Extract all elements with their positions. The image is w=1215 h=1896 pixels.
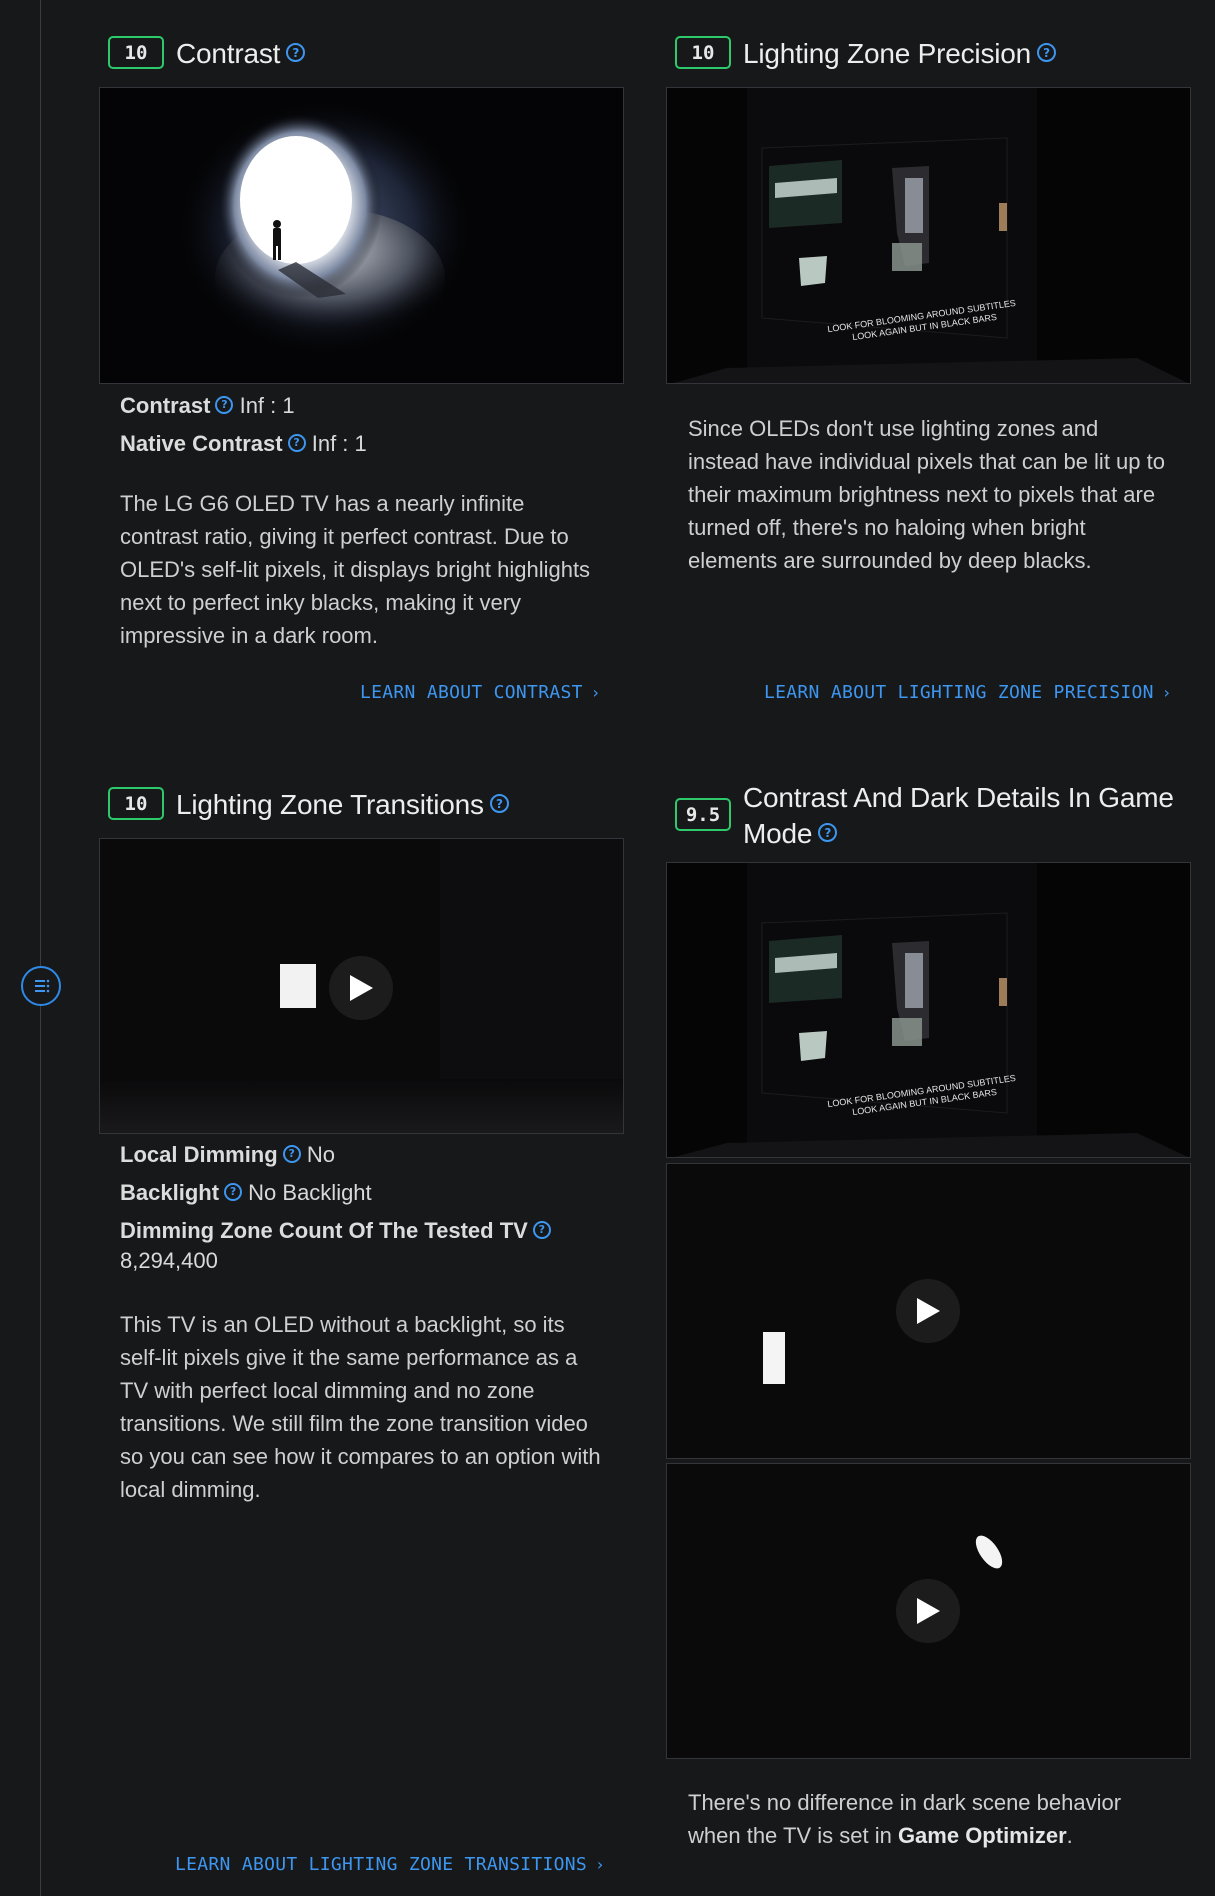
spec-label: Native Contrast [120,431,283,456]
question-circle-icon[interactable]: ? [489,794,509,814]
chevron-right-icon: › [590,683,601,702]
lzp-title: Lighting Zone Precision? [743,36,1057,72]
spec-label: Contrast [120,393,211,418]
spec-label: Backlight [120,1180,220,1205]
lzt-video[interactable] [99,838,624,1134]
contrast-description: The LG G6 OLED TV has a nearly infinite … [120,491,591,648]
play-button[interactable] [896,1579,960,1643]
question-circle-icon[interactable]: ? [286,43,306,63]
game-mode-image: LOOK FOR BLOOMING AROUND SUBTITLES LOOK … [666,862,1191,1158]
chevron-right-icon: › [1161,683,1172,702]
game-mode-video-1[interactable] [666,1163,1191,1459]
test-square [763,1332,785,1384]
play-icon [350,975,373,1001]
lzt-description: This TV is an OLED without a backlight, … [120,1312,601,1502]
contrast-spec-native-contrast: Native Contrast? Inf : 1 [120,429,367,459]
learn-about-lighting-zone-precision-link[interactable]: LEARN ABOUT LIGHTING ZONE PRECISION › [764,682,1172,703]
contrast-title: Contrast? [176,36,306,72]
spec-value: No [306,1142,335,1167]
spec-value: 8,294,400 [120,1248,218,1273]
question-circle-icon[interactable]: ? [215,396,234,415]
test-square [280,964,316,1008]
lzp-header: 10 Lighting Zone Precision? [675,36,1057,72]
table-of-contents-icon [35,979,50,993]
game-mode-header: 9.5 Contrast And Dark Details In Game Mo… [675,780,1195,852]
spec-label: Local Dimming [120,1142,278,1167]
learn-about-contrast-link[interactable]: LEARN ABOUT CONTRAST › [360,682,601,703]
play-icon [917,1298,940,1324]
question-circle-icon[interactable]: ? [224,1183,243,1202]
contrast-header: 10 Contrast? [108,36,306,72]
table-of-contents-button[interactable] [21,966,61,1006]
chevron-right-icon: › [595,1855,606,1874]
spec-value: Inf : 1 [239,393,295,418]
question-circle-icon[interactable]: ? [287,434,306,453]
lzt-spec-backlight: Backlight? No Backlight [120,1178,372,1208]
lzp-score-badge: 10 [675,36,731,69]
contrast-spec-contrast: Contrast? Inf : 1 [120,391,295,421]
play-icon [917,1598,940,1624]
question-circle-icon[interactable]: ? [532,1221,551,1240]
lzt-spec-local-dimming: Local Dimming? No [120,1140,335,1170]
lzt-score-badge: 10 [108,787,164,820]
lzt-spec-dimming-zone-count: Dimming Zone Count Of The Tested TV? 8,2… [120,1216,600,1276]
question-circle-icon[interactable]: ? [1037,43,1057,63]
lzp-image: LOOK FOR BLOOMING AROUND SUBTITLES LOOK … [666,87,1191,384]
game-mode-video-2[interactable] [666,1463,1191,1759]
game-mode-title: Contrast And Dark Details In Game Mode? [743,782,1174,849]
spec-label: Dimming Zone Count Of The Tested TV [120,1218,528,1243]
play-button[interactable] [896,1279,960,1343]
spec-value: No Backlight [248,1180,372,1205]
lzp-description: Since OLEDs don't use lighting zones and… [688,416,1165,573]
game-mode-description: There's no difference in dark scene beha… [688,1790,1122,1848]
contrast-score-badge: 10 [108,36,164,69]
learn-about-lighting-zone-transitions-link[interactable]: LEARN ABOUT LIGHTING ZONE TRANSITIONS › [175,1854,605,1875]
question-circle-icon[interactable]: ? [818,823,838,843]
question-circle-icon[interactable]: ? [282,1145,301,1164]
play-button[interactable] [329,956,393,1020]
page: 10 Contrast? Contrast ? Inf: 1 Native C… [0,0,1215,1896]
spec-value: Inf : 1 [311,431,367,456]
lzt-title: Lighting Zone Transitions? [176,787,509,823]
sidebar-divider [40,0,41,1896]
game-mode-score-badge: 9.5 [675,798,731,831]
lzt-header: 10 Lighting Zone Transitions? [108,787,509,823]
contrast-image [99,87,624,384]
game-optimizer-term: Game Optimizer [897,1823,1067,1848]
